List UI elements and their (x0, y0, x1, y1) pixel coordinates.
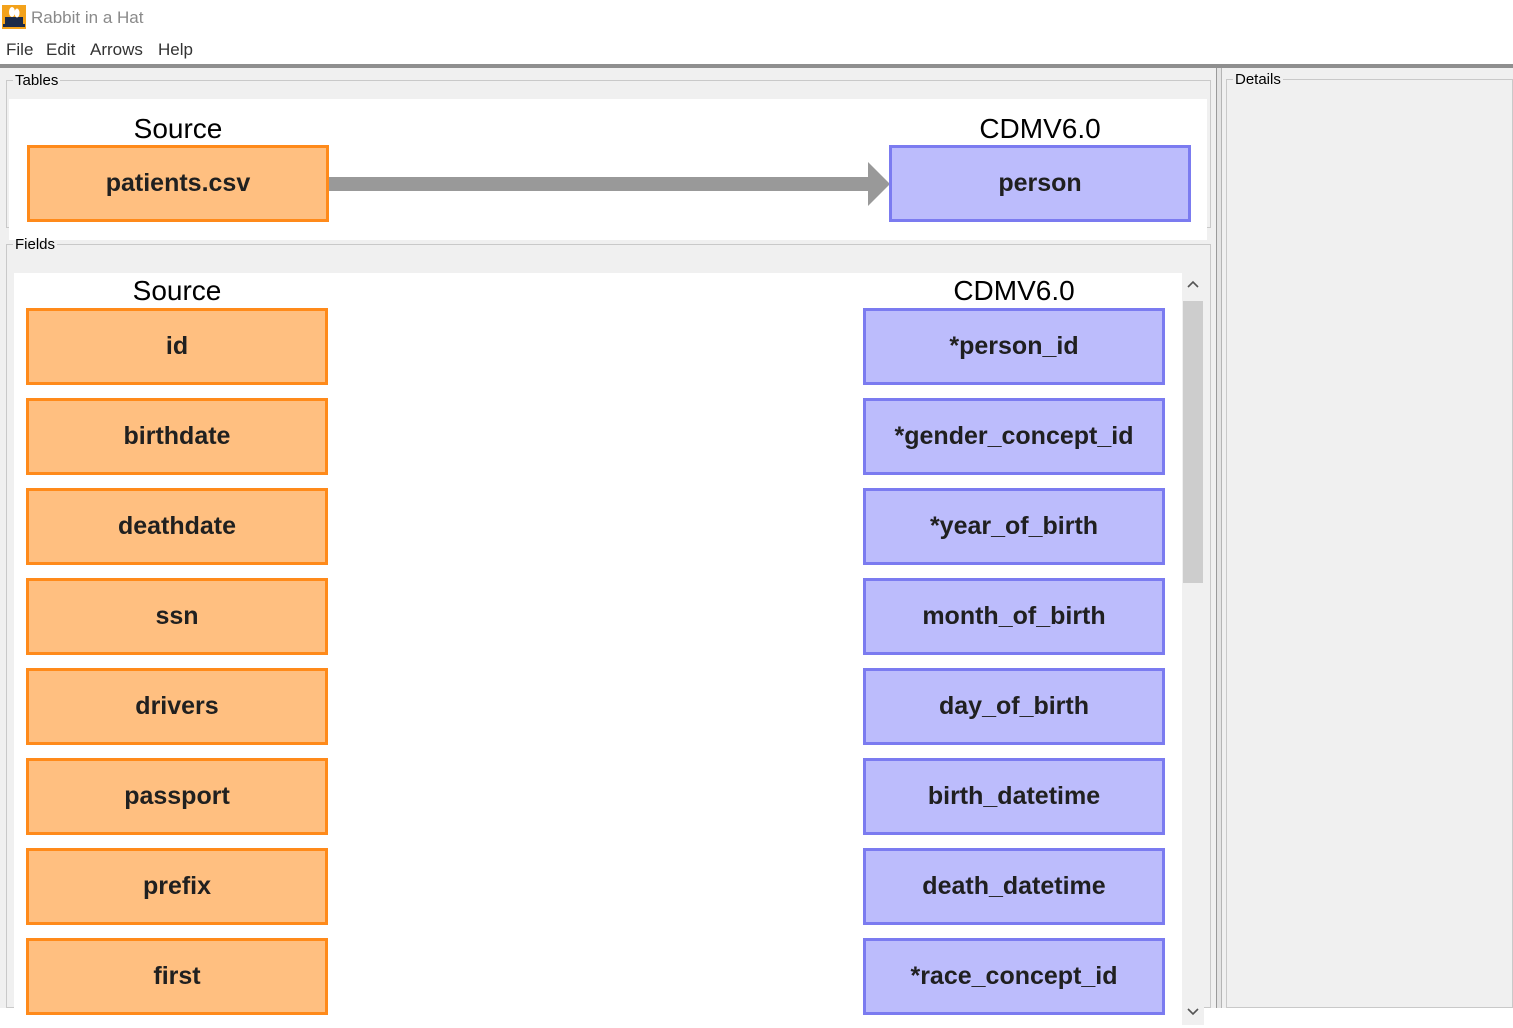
source-field-box[interactable]: birthdate (26, 398, 328, 475)
source-table-box[interactable]: patients.csv (27, 145, 329, 222)
source-field-box[interactable]: deathdate (26, 488, 328, 565)
details-panel: Details (1222, 68, 1513, 1008)
menu-edit[interactable]: Edit (46, 40, 75, 60)
scroll-up-icon[interactable] (1182, 273, 1204, 295)
target-field-box[interactable]: month_of_birth (863, 578, 1165, 655)
source-field-box[interactable]: drivers (26, 668, 328, 745)
source-field-box[interactable]: id (26, 308, 328, 385)
target-field-box[interactable]: *person_id (863, 308, 1165, 385)
tables-canvas[interactable]: Source CDMV6.0 patients.csv person (9, 99, 1207, 240)
source-field-box[interactable]: first (26, 938, 328, 1015)
target-table-box[interactable]: person (889, 145, 1191, 222)
window-title: Rabbit in a Hat (31, 8, 144, 27)
fields-legend: Fields (15, 236, 56, 253)
title-bar: Rabbit in a Hat (0, 0, 1513, 36)
tables-legend: Tables (15, 72, 59, 89)
target-field-box[interactable]: day_of_birth (863, 668, 1165, 745)
source-field-box[interactable]: passport (26, 758, 328, 835)
source-field-box[interactable]: ssn (26, 578, 328, 655)
rabbit-hat-icon (2, 5, 26, 29)
scroll-down-icon[interactable] (1182, 1001, 1204, 1023)
target-field-box[interactable]: *year_of_birth (863, 488, 1165, 565)
details-group: Details (1226, 71, 1513, 1008)
menu-file[interactable]: File (6, 40, 33, 60)
tables-target-header: CDMV6.0 (979, 113, 1101, 144)
source-field-box[interactable]: prefix (26, 848, 328, 925)
menu-bar: File Edit Arrows Help (0, 36, 1513, 64)
target-field-box[interactable]: *race_concept_id (863, 938, 1165, 1015)
details-legend: Details (1235, 71, 1281, 88)
target-field-box[interactable]: *gender_concept_id (863, 398, 1165, 475)
scroll-thumb[interactable] (1183, 301, 1203, 583)
target-field-box[interactable]: birth_datetime (863, 758, 1165, 835)
arrow-head-icon (868, 162, 890, 206)
fields-group: Fields Source CDMV6.0 id birthdate death… (6, 236, 1211, 1028)
menu-arrows[interactable]: Arrows (90, 40, 143, 60)
table-mapping-arrow[interactable] (329, 177, 870, 191)
mapping-panel: Tables Source CDMV6.0 patients.csv perso… (0, 68, 1216, 1028)
fields-canvas[interactable]: Source CDMV6.0 id birthdate deathdate ss… (14, 273, 1182, 1028)
fields-scrollbar[interactable] (1182, 273, 1204, 1025)
fields-target-header: CDMV6.0 (953, 275, 1075, 306)
target-field-box[interactable]: death_datetime (863, 848, 1165, 925)
tables-group: Tables Source CDMV6.0 patients.csv perso… (6, 72, 1211, 240)
fields-source-header: Source (132, 275, 222, 306)
tables-source-header: Source (133, 113, 223, 144)
menu-help[interactable]: Help (158, 40, 193, 60)
